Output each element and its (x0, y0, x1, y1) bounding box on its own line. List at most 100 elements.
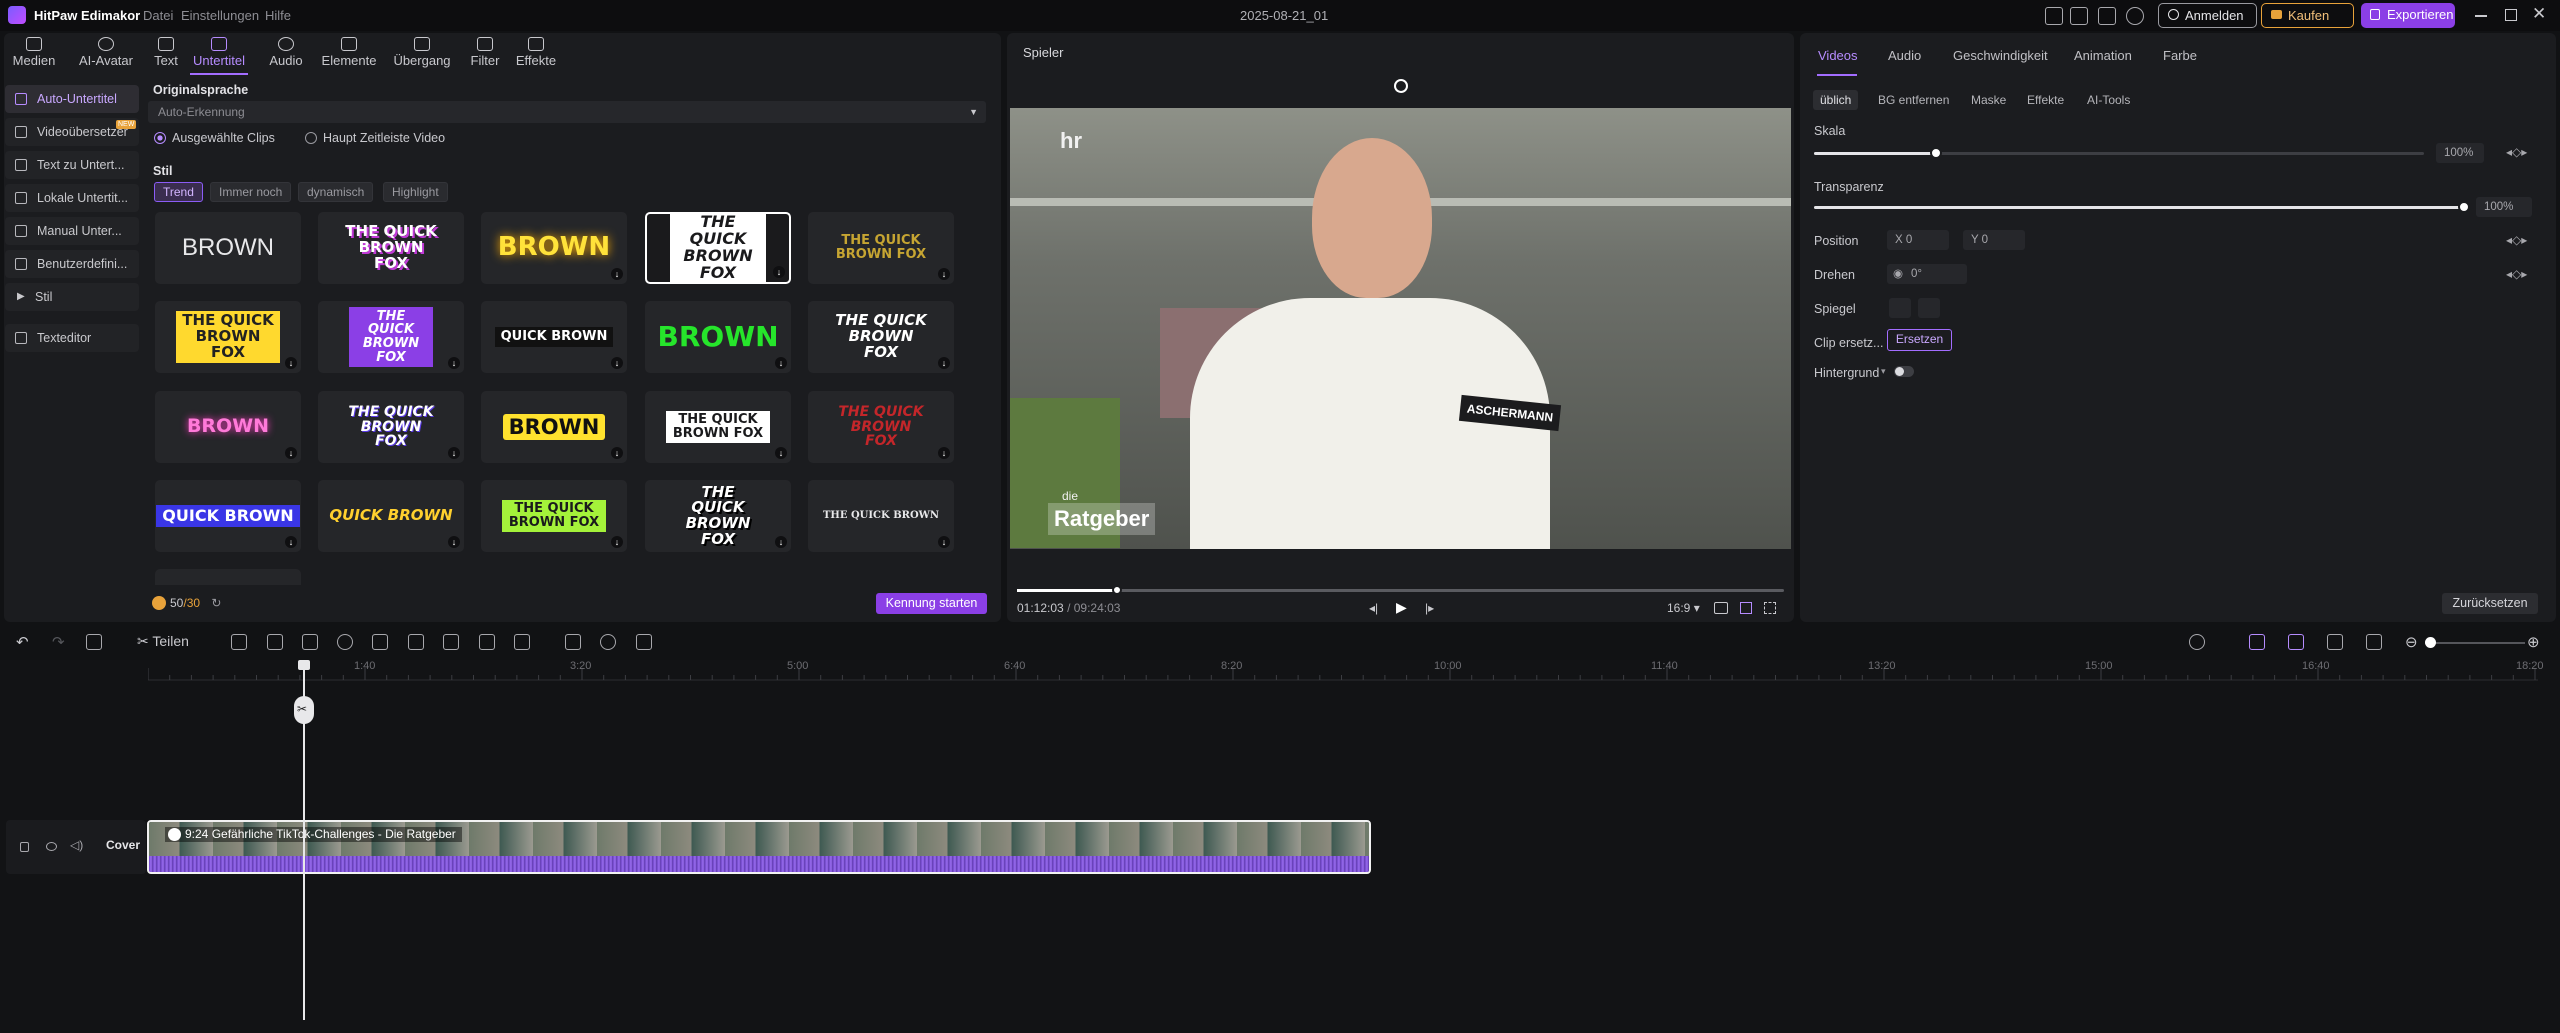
cover-button[interactable]: Cover (106, 838, 140, 852)
next-frame-icon[interactable]: |▸ (1425, 601, 1434, 615)
subtab-ai-tools[interactable]: AI-Tools (2080, 90, 2137, 110)
sidebar-item-manual-untertitel[interactable]: Manual Unter... (5, 217, 139, 245)
start-recognition-button[interactable]: Kennung starten (876, 593, 987, 614)
close-icon[interactable]: ✕ (2532, 4, 2546, 24)
scrubber-handle[interactable] (1111, 585, 1122, 595)
gift-icon[interactable] (2045, 7, 2063, 25)
style-tile[interactable]: THE QUICK BROWN FOX ↓ (808, 212, 954, 284)
style-tile[interactable]: THE QUICK BROWN FOX ↓ (645, 391, 791, 463)
zoom-slider[interactable] (2425, 637, 2525, 648)
style-chip-immer-noch[interactable]: Immer noch (210, 182, 292, 202)
opacity-value-field[interactable]: 100% (2476, 197, 2532, 217)
style-tile-partial[interactable] (155, 569, 301, 585)
download-icon[interactable]: ↓ (938, 357, 950, 369)
trim-icon[interactable] (302, 634, 318, 650)
audio-split-icon[interactable] (479, 634, 495, 650)
style-tile-selected[interactable]: THE QUICK BROWN FOX ↓ (645, 212, 791, 284)
download-icon[interactable] (2126, 7, 2144, 25)
sidebar-item-text-zu-untertitel[interactable]: Text zu Untert... (5, 151, 139, 179)
subtab-bg-entfernen[interactable]: BG entfernen (1871, 90, 1956, 110)
style-tile[interactable]: THE QUICK BROWN ↓ (808, 480, 954, 552)
video-clip[interactable]: 9:24 Gefährliche TikTok-Challenges - Die… (147, 820, 1371, 874)
zoom-in-icon[interactable]: ⊕ (2527, 633, 2540, 651)
style-tile[interactable]: THE QUICK BROWN FOX ↓ (155, 301, 301, 373)
scale-slider[interactable] (1814, 147, 2424, 159)
reset-button[interactable]: Zurücksetzen (2442, 593, 2538, 614)
opacity-slider[interactable] (1814, 201, 2470, 213)
track-split-icon[interactable] (2327, 634, 2343, 650)
playback-scrubber[interactable] (1017, 585, 1784, 595)
buy-button[interactable]: Kaufen (2261, 3, 2354, 28)
tab-audio[interactable]: Audio (266, 33, 306, 73)
fit-timeline-icon[interactable] (2366, 634, 2382, 650)
download-icon[interactable]: ↓ (611, 268, 623, 280)
style-tile[interactable]: QUICK BROWN ↓ (318, 480, 464, 552)
style-tile[interactable]: THE QUICK BROWN FOX ↓ (645, 480, 791, 552)
download-icon[interactable]: ↓ (448, 447, 460, 459)
tab-farbe[interactable]: Farbe (2163, 48, 2197, 63)
sidebar-item-auto-untertitel[interactable]: Auto-Untertitel (5, 85, 139, 113)
download-icon[interactable]: ↓ (611, 447, 623, 459)
undo-icon[interactable]: ↶ (16, 633, 29, 651)
style-tile[interactable]: THE QUICK BROWN FOX ↓ (481, 480, 627, 552)
menu-hilfe[interactable]: Hilfe (265, 0, 291, 31)
screen-icon[interactable] (636, 634, 652, 650)
grid-icon[interactable] (1740, 602, 1752, 614)
subtab-ueblich[interactable]: üblich (1813, 90, 1859, 110)
sidebar-item-stil[interactable]: ▶ Stil (5, 283, 139, 311)
play-icon[interactable]: ▶ (1396, 599, 1407, 616)
tab-filter[interactable]: Filter (466, 33, 504, 73)
lock-icon[interactable] (20, 842, 29, 852)
style-tile[interactable]: QUICK BROWN ↓ (481, 301, 627, 373)
download-icon[interactable]: ↓ (775, 357, 787, 369)
subtab-maske[interactable]: Maske (1964, 90, 2013, 110)
style-chip-dynamisch[interactable]: dynamisch (298, 182, 374, 202)
radio-main-timeline[interactable]: Haupt Zeitleiste Video (305, 130, 445, 146)
export-frame-icon[interactable] (565, 634, 581, 650)
tab-medien[interactable]: Medien (12, 33, 56, 73)
opacity-slider-handle[interactable] (2458, 201, 2470, 213)
mirror-vertical-icon[interactable] (1918, 298, 1940, 318)
style-chip-highlight[interactable]: Highlight (383, 182, 448, 202)
tab-geschwindigkeit[interactable]: Geschwindigkeit (1953, 48, 2048, 63)
style-tile[interactable]: BROWN ↓ (481, 212, 627, 284)
eye-icon[interactable] (46, 842, 57, 851)
tab-elemente[interactable]: Elemente (320, 33, 378, 73)
speaker-icon[interactable]: ◁) (70, 838, 83, 852)
tab-ai-avatar[interactable]: AI-Avatar (75, 33, 137, 73)
tab-text[interactable]: Text (150, 33, 182, 73)
background-toggle[interactable] (1894, 366, 1914, 377)
download-icon[interactable]: ↓ (938, 268, 950, 280)
scale-slider-handle[interactable] (1930, 147, 1942, 159)
microphone-icon[interactable] (2189, 634, 2205, 650)
download-icon[interactable]: ↓ (775, 447, 787, 459)
zoom-out-icon[interactable]: ⊖ (2405, 633, 2418, 651)
minimize-icon[interactable] (2475, 15, 2487, 17)
tab-uebergang[interactable]: Übergang (391, 33, 453, 73)
tab-untertitel[interactable]: Untertitel (190, 33, 248, 73)
download-icon[interactable]: ↓ (285, 447, 297, 459)
tab-animation[interactable]: Animation (2074, 48, 2132, 63)
video-preview[interactable]: ASCHERMANN hr die Ratgeber (1010, 108, 1791, 549)
layout-icon[interactable] (2070, 7, 2088, 25)
transform-icon[interactable] (408, 634, 424, 650)
tab-effekte[interactable]: Effekte (513, 33, 559, 73)
style-tile[interactable]: THE QUICK BROWN FOX (318, 212, 464, 284)
split-button[interactable]: ✂ Teilen (137, 633, 189, 650)
download-icon[interactable]: ↓ (611, 536, 623, 548)
scale-value-field[interactable]: 100% (2436, 143, 2484, 163)
download-icon[interactable]: ↓ (938, 447, 950, 459)
refresh-icon[interactable]: ↻ (211, 596, 221, 610)
sidebar-item-videouebersetzer[interactable]: Videoübersetzer NEW (5, 118, 139, 146)
rotate-handle-icon[interactable] (1394, 79, 1408, 93)
fullscreen-icon[interactable] (1764, 602, 1776, 614)
export-button[interactable]: Exportieren (2361, 3, 2455, 28)
zoom-slider-handle[interactable] (2425, 637, 2436, 648)
subtab-effekte[interactable]: Effekte (2020, 90, 2071, 110)
style-tile[interactable]: BROWN ↓ (645, 301, 791, 373)
style-tile[interactable]: QUICK BROWN ↓ (155, 480, 301, 552)
style-tile[interactable]: THE QUICK BROWN FOX ↓ (808, 301, 954, 373)
maximize-icon[interactable] (2505, 9, 2517, 21)
keyframe-icon[interactable]: ◂◇▸ (2506, 233, 2527, 247)
download-icon[interactable]: ↓ (285, 536, 297, 548)
